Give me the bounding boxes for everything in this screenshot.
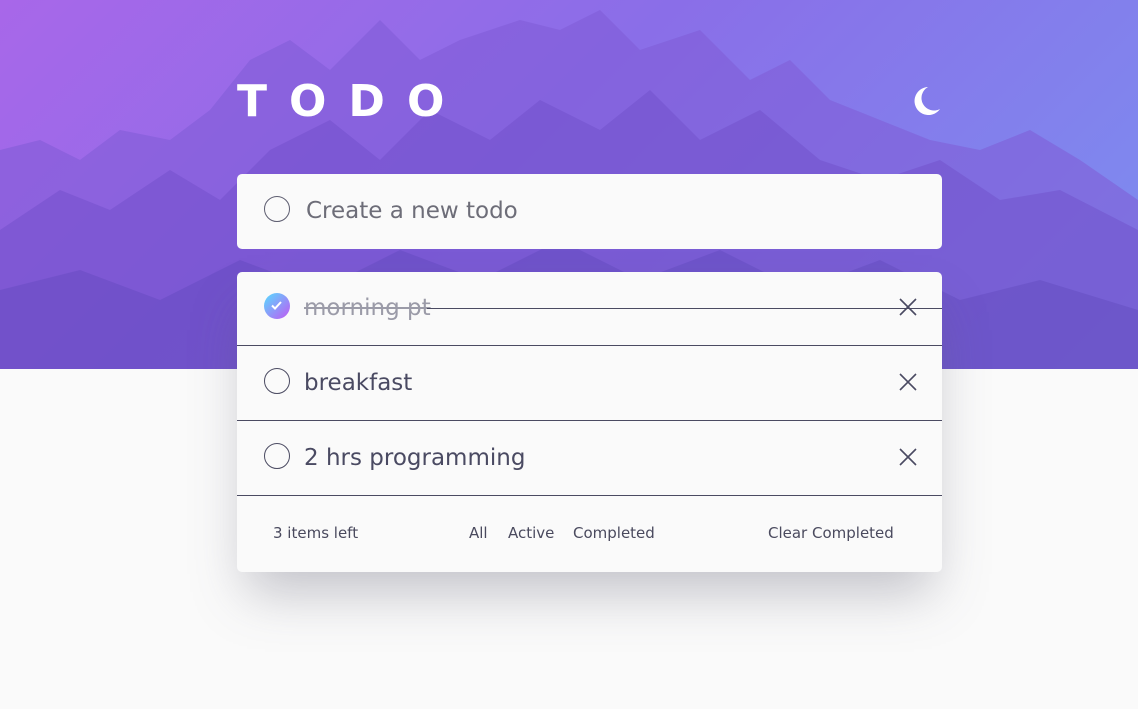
todo-footer: 3 items left All Active Completed Clear … (237, 497, 942, 572)
app-title: TODO (237, 76, 467, 127)
todo-checkbox[interactable] (264, 368, 290, 394)
todo-item: breakfast (237, 347, 942, 421)
filter-all[interactable]: All (469, 524, 488, 542)
new-todo-card (237, 174, 942, 249)
items-left-count: 3 items left (273, 524, 359, 542)
close-icon[interactable] (898, 447, 918, 467)
filter-active[interactable]: Active (508, 524, 554, 542)
todo-item: 2 hrs programming (237, 422, 942, 496)
todo-list: morning pt breakfast 2 hrs programming 3… (237, 272, 942, 572)
todo-text: breakfast (304, 370, 413, 396)
clear-completed-button[interactable]: Clear Completed (768, 524, 894, 542)
todo-item: morning pt (237, 272, 942, 346)
check-icon (271, 301, 282, 310)
todo-checkbox-checked[interactable] (264, 293, 290, 319)
todo-text: morning pt (304, 295, 431, 321)
todo-text: 2 hrs programming (304, 445, 526, 471)
moon-icon[interactable] (906, 83, 942, 119)
close-icon[interactable] (898, 372, 918, 392)
todo-checkbox[interactable] (264, 443, 290, 469)
new-todo-circle[interactable] (264, 196, 290, 222)
close-icon[interactable] (898, 297, 918, 317)
new-todo-input[interactable] (304, 190, 908, 232)
filter-completed[interactable]: Completed (573, 524, 655, 542)
strikethrough-line (427, 308, 942, 309)
